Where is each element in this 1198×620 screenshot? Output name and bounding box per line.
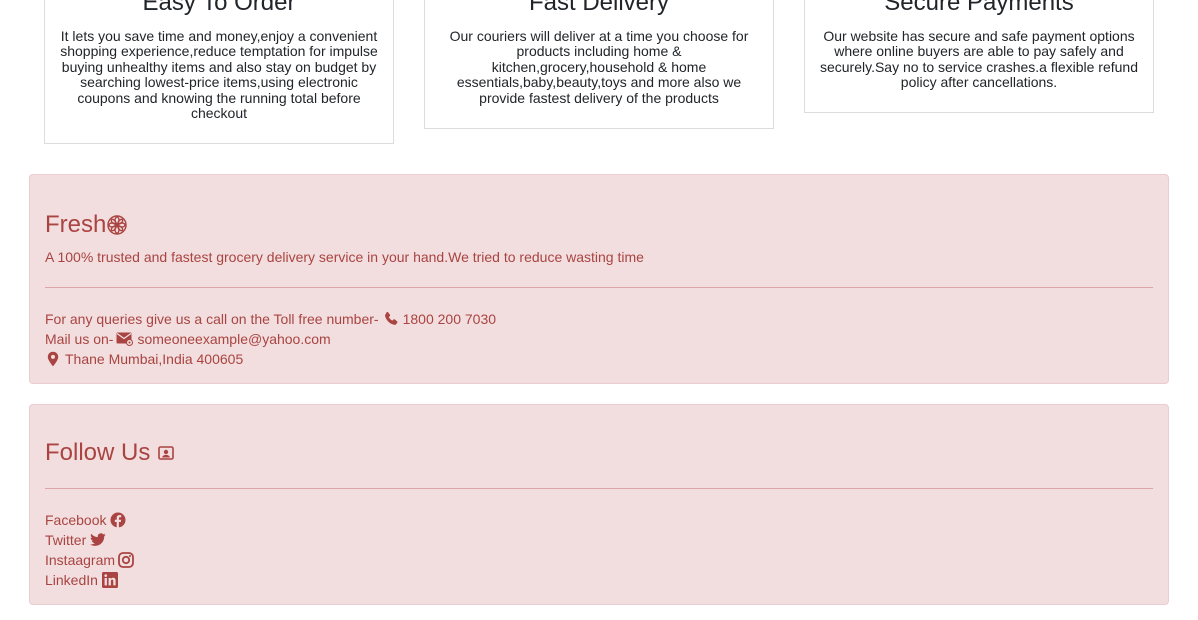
linkedin-icon[interactable]	[101, 572, 118, 588]
twitter-icon[interactable]	[90, 533, 106, 547]
social-link-linkedin[interactable]: LinkedIn	[45, 570, 122, 590]
divider	[45, 287, 1153, 288]
address: Thane Mumbai,India 400605	[65, 351, 244, 367]
phone-number[interactable]: 1800 200 7030	[403, 309, 496, 329]
instagram-icon[interactable]	[118, 552, 134, 568]
brand-title: Fresh	[45, 211, 131, 239]
feature-text: Our couriers will deliver at a time you …	[449, 28, 749, 106]
social-label[interactable]: Instaagram	[45, 550, 115, 570]
feature-title: Easy To Order	[142, 0, 296, 16]
feature-title: Fast Delivery	[528, 0, 670, 16]
social-link-instagram[interactable]: Instaagram	[45, 550, 138, 570]
phone-icon	[383, 311, 399, 327]
social-label[interactable]: Twitter	[45, 530, 86, 550]
follow-panel: Follow Us Facebook Twitter Instaagram Li…	[29, 404, 1169, 605]
feature-card-easy-order: Easy To Order It lets you save time and …	[44, 0, 394, 144]
envelope-icon	[116, 332, 134, 346]
social-link-facebook[interactable]: Facebook	[45, 510, 130, 530]
follow-title-text: Follow Us	[45, 439, 151, 466]
email-address[interactable]: someoneexample@yahoo.com	[137, 329, 330, 349]
brand-tagline: A 100% trusted and fastest grocery deliv…	[45, 249, 644, 265]
flower-icon	[107, 215, 128, 235]
contact-address-row: Thane Mumbai,India 400605	[45, 349, 243, 369]
social-link-twitter[interactable]: Twitter	[45, 530, 110, 550]
divider	[45, 488, 1153, 489]
contact-mail-row: Mail us on- someoneexample@yahoo.com	[45, 329, 331, 349]
person-badge-icon	[158, 445, 175, 461]
feature-text: It lets you save time and money,enjoy a …	[60, 28, 378, 122]
social-label[interactable]: LinkedIn	[45, 570, 98, 590]
feature-title: Secure Payments	[884, 0, 1074, 16]
follow-title: Follow Us	[45, 439, 178, 467]
about-panel: Fresh A 100% trusted and fastest grocery…	[29, 174, 1169, 384]
feature-card-fast-delivery: Fast Delivery Our couriers will deliver …	[424, 0, 774, 129]
feature-text: Our website has secure and safe payment …	[819, 28, 1138, 91]
mail-prefix: Mail us on-	[45, 331, 114, 347]
phone-prefix: For any queries give us a call on the To…	[45, 311, 379, 327]
map-pin-icon	[45, 351, 61, 367]
facebook-icon[interactable]	[110, 512, 126, 528]
feature-card-secure-payments: Secure Payments Our website has secure a…	[804, 0, 1154, 113]
contact-phone-row: For any queries give us a call on the To…	[45, 309, 496, 329]
brand-name: Fresh	[45, 211, 107, 238]
social-label[interactable]: Facebook	[45, 510, 106, 530]
